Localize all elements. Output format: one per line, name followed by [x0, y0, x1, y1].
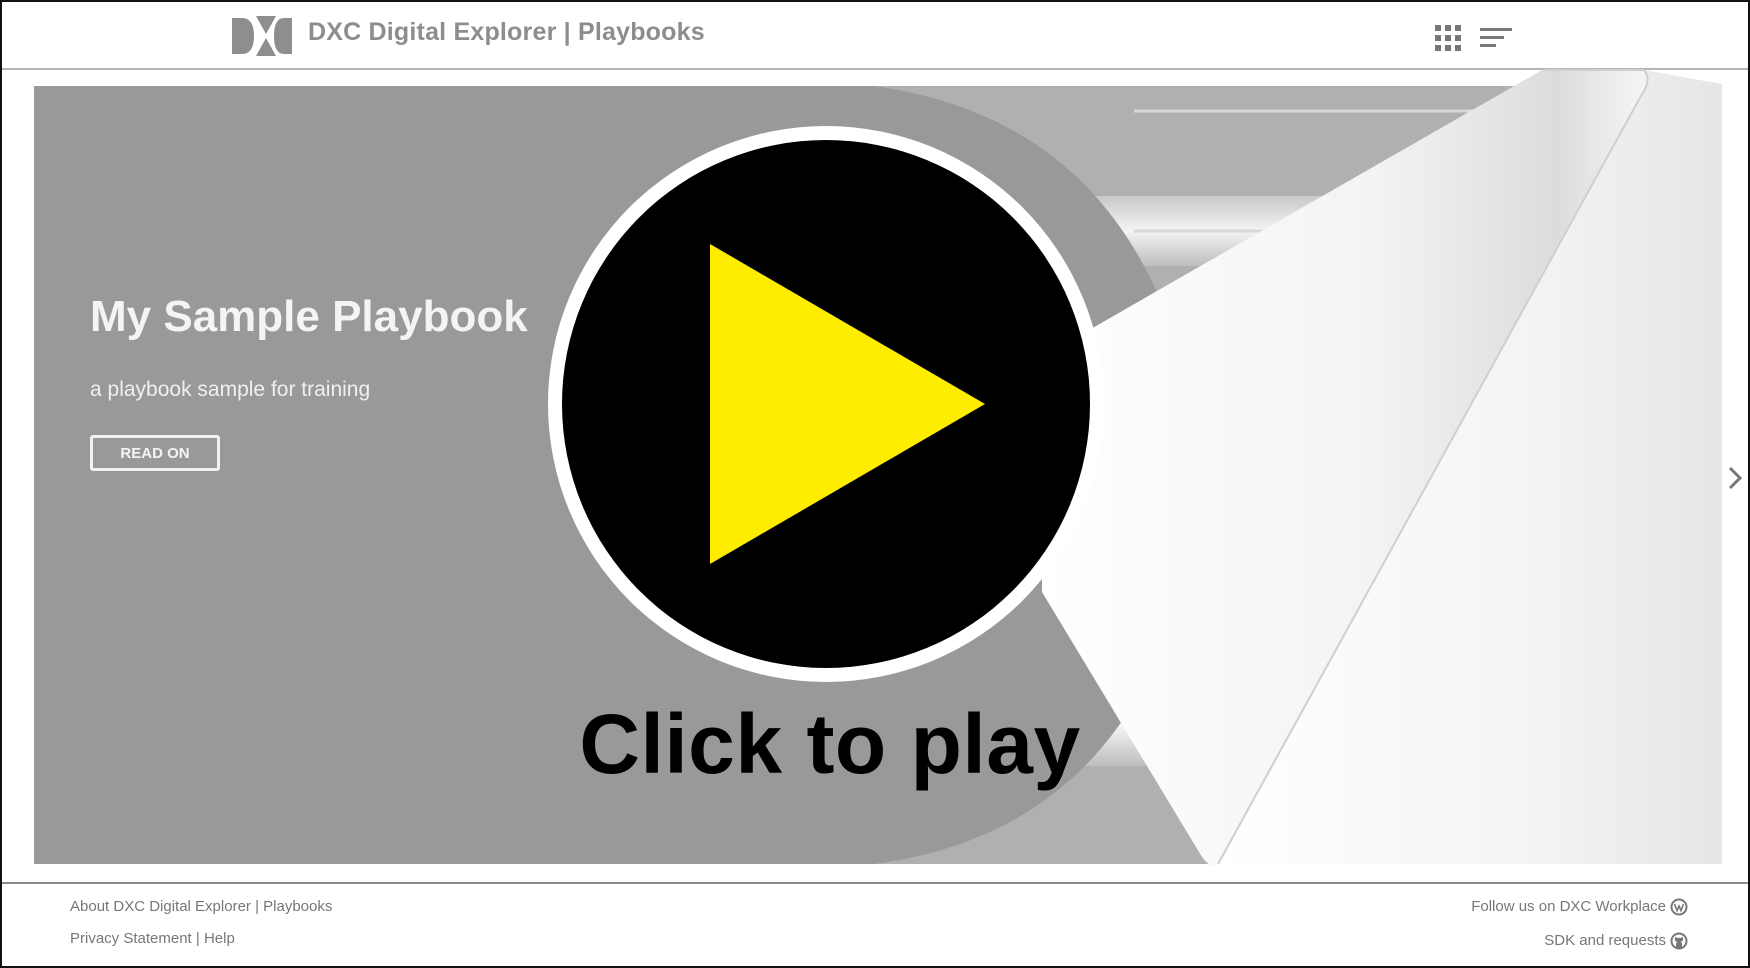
dxc-logo-icon[interactable]	[230, 14, 294, 58]
page: DXC Digital Explorer | Playbooks My Samp…	[0, 0, 1750, 968]
privacy-link[interactable]: Privacy Statement	[70, 930, 192, 947]
playbook-subtitle: a playbook sample for training	[90, 378, 371, 401]
about-link[interactable]: About DXC Digital Explorer | Playbooks	[70, 898, 332, 915]
play-icon[interactable]	[542, 120, 1110, 688]
click-to-play-label[interactable]: Click to play	[570, 702, 1090, 786]
grid-apps-icon[interactable]	[1434, 24, 1462, 52]
chevron-right-icon[interactable]	[1726, 464, 1744, 492]
read-on-button[interactable]: READ ON	[90, 435, 220, 471]
app-title[interactable]: DXC Digital Explorer | Playbooks	[308, 18, 705, 47]
help-link[interactable]: Help	[204, 930, 235, 947]
follow-workplace-link[interactable]: Follow us on DXC Workplace	[1471, 898, 1666, 915]
link-separator: |	[195, 930, 200, 947]
footer: About DXC Digital Explorer | Playbooks P…	[2, 882, 1748, 966]
playbook-title: My Sample Playbook	[90, 292, 528, 341]
github-icon[interactable]	[1670, 932, 1688, 950]
hamburger-menu-icon[interactable]	[1480, 26, 1514, 50]
sdk-requests-link[interactable]: SDK and requests	[1544, 932, 1666, 949]
top-header: DXC Digital Explorer | Playbooks	[2, 2, 1748, 70]
footer-legal-links: Privacy Statement | Help	[70, 930, 235, 947]
workplace-icon[interactable]	[1670, 898, 1688, 916]
